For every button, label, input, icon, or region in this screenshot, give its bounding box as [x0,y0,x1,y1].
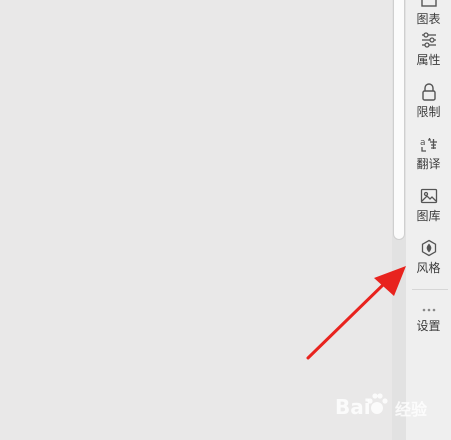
style-icon [419,238,439,258]
annotation-arrow [306,266,406,360]
paw-logo-icon [367,393,388,414]
sidebar-item-style[interactable]: 风格 [406,238,451,275]
more-dots-icon [419,304,439,316]
sidebar-item-properties[interactable]: 属性 [406,30,451,67]
sidebar-item-label: 图库 [416,209,441,223]
chart-icon [419,0,439,9]
baidu-watermark: Bai 经验 [333,386,451,430]
lock-icon [419,82,439,102]
sidebar-item-label: 图表 [416,12,441,26]
sidebar-item-label: 设置 [416,319,441,333]
editor-canvas[interactable] [0,0,392,440]
scrollbar-thumb[interactable] [393,0,405,240]
sidebar-item-label: 属性 [416,53,441,67]
image-icon [419,186,439,206]
sidebar-item-translate[interactable]: a 翻译 [406,134,451,171]
sidebar-item-label: 风格 [416,261,441,275]
sidebar-item-label: 翻译 [416,157,441,171]
sidebar-divider [412,289,448,290]
sidebar-item-chart[interactable]: 图表 [406,0,451,26]
sidebar-item-label: 限制 [416,105,441,119]
right-sidebar: 图表 属性 限制 a 翻译 图库 风格 设置 [406,0,451,440]
sidebar-item-restrict[interactable]: 限制 [406,82,451,119]
sidebar-item-gallery[interactable]: 图库 [406,186,451,223]
sidebar-item-settings[interactable]: 设置 [406,304,451,333]
sliders-icon [419,30,439,50]
svg-text:a: a [420,138,426,148]
translate-icon: a [419,134,439,154]
